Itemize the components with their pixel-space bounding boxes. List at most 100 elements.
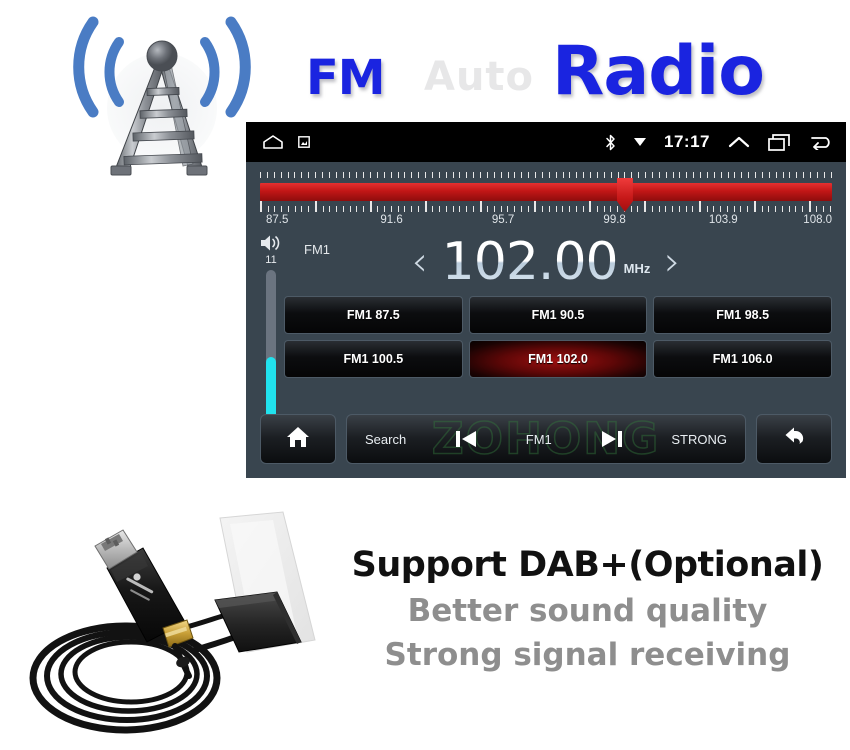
tuner-tick (369, 201, 372, 212)
tuner-tick (487, 206, 489, 212)
tuner-tick (638, 172, 640, 178)
skip-previous-icon[interactable] (453, 427, 479, 451)
screenshot-icon[interactable] (298, 136, 310, 148)
tuner-tick (418, 172, 420, 178)
tuner-tick (582, 206, 584, 212)
tuner-tick (678, 206, 680, 212)
tuner-tick (733, 206, 735, 212)
preset-button-3[interactable]: FM1 98.5 (653, 296, 832, 334)
tuner-scale-label: 95.7 (491, 214, 515, 226)
strong-button[interactable]: STRONG (671, 432, 727, 447)
tuner-tick (349, 206, 351, 212)
tuner-tick (493, 206, 495, 212)
tuner-tick (808, 201, 811, 212)
chevron-up-icon[interactable] (728, 134, 750, 150)
tuner-ticks-top (260, 172, 832, 183)
tuner-tick (658, 206, 660, 212)
frequency-decrement-button[interactable]: ‹ (412, 242, 428, 282)
tuner-tick (329, 206, 331, 212)
tuner-tick (823, 172, 825, 178)
tuner-tick (713, 172, 715, 178)
volume-slider-track[interactable] (266, 270, 276, 420)
tuner-tick (755, 172, 756, 178)
tuner-tick (439, 206, 441, 212)
tuner-ticks-bottom (260, 201, 832, 212)
tuner-tick (569, 206, 571, 212)
tuner-tick (459, 206, 461, 212)
tuner-tick (734, 172, 736, 178)
tuner-tick (699, 201, 701, 212)
tuner-tick (830, 172, 832, 178)
tuner-tick (274, 206, 276, 212)
preset-button-1[interactable]: FM1 87.5 (284, 296, 463, 334)
tuner-tick (376, 172, 378, 178)
tuner-tick (404, 172, 406, 178)
tuner-tick (363, 172, 365, 178)
home-icon (285, 425, 311, 454)
head-unit-screen: 17:17 87.5 91.6 95.7 99.8 103.9 108.0 FM… (246, 122, 846, 478)
tuner-bar[interactable] (260, 172, 832, 212)
tuner-tick (741, 172, 743, 178)
tuner-tick (637, 206, 639, 212)
tuner-tick (472, 206, 474, 212)
tuner-scale-label: 91.6 (380, 214, 403, 226)
frequency-increment-button[interactable]: › (664, 242, 680, 282)
tuner-tick (466, 172, 468, 178)
preset-button-4[interactable]: FM1 100.5 (284, 340, 463, 378)
skip-next-icon[interactable] (599, 427, 625, 451)
preset-grid: FM1 87.5 FM1 90.5 FM1 98.5 FM1 100.5 FM1 102… (284, 296, 832, 378)
tuner-tick (473, 172, 475, 178)
tuner-tick (631, 172, 633, 178)
volume-control[interactable]: 11 (254, 234, 288, 426)
home-icon[interactable] (262, 134, 284, 150)
tuner-tick (727, 172, 729, 178)
tuner-tick (693, 172, 695, 178)
tuner-tick (665, 172, 667, 178)
tuner-tick (603, 172, 605, 178)
preset-button-6[interactable]: FM1 106.0 (653, 340, 832, 378)
back-arrow-icon[interactable] (808, 134, 830, 150)
caret-down-icon[interactable] (634, 138, 647, 146)
home-button[interactable] (260, 414, 336, 464)
preset-button-2[interactable]: FM1 90.5 (468, 296, 648, 334)
tuner-tick (748, 172, 750, 178)
tuner-tick (590, 172, 591, 178)
tuner-tick (315, 172, 316, 178)
back-button[interactable] (756, 414, 832, 464)
recents-icon[interactable] (768, 133, 790, 151)
tuner-scale-labels: 87.5 91.6 95.7 99.8 103.9 108.0 (260, 214, 832, 234)
tuner-tick (672, 206, 674, 212)
tuner-tick (740, 206, 742, 212)
tuner-tick (507, 206, 509, 212)
dab-headline: Support DAB+(Optional) (351, 545, 824, 585)
tuner-tick (596, 206, 598, 212)
tuner-scale-label: 99.8 (603, 214, 626, 226)
tuner-tick (658, 172, 660, 178)
tuner-tick (294, 172, 296, 178)
tuner-tick (685, 206, 687, 212)
tuner-tick (548, 206, 550, 212)
tuner-tick (363, 206, 365, 212)
preset-button-5[interactable]: FM1 102.0 (468, 340, 648, 378)
tuner-tick (404, 206, 406, 212)
search-button[interactable]: Search (365, 432, 406, 447)
volume-level-label: 11 (265, 254, 277, 266)
volume-slider-fill (266, 357, 276, 420)
tuner-tick (768, 172, 770, 178)
tuner-tick (342, 172, 344, 178)
tuner-tick (555, 172, 557, 178)
tuner-tick (596, 172, 598, 178)
android-status-bar: 17:17 (246, 122, 846, 162)
status-clock: 17:17 (664, 132, 710, 151)
tuner-scale-label: 103.9 (708, 214, 738, 226)
tuner-tick (390, 172, 392, 178)
tuner-tick (281, 206, 283, 212)
toolbar-center-panel: ZOHONG Search FM1 STRONG (346, 414, 746, 464)
tuner-tick (603, 206, 605, 212)
toolbar-band-label[interactable]: FM1 (526, 432, 552, 447)
tuner-tick (328, 172, 330, 178)
tuner-tick (713, 206, 715, 212)
tuner-tick (486, 172, 488, 178)
tuner-tick (802, 206, 804, 212)
tuner-tick (480, 172, 481, 178)
